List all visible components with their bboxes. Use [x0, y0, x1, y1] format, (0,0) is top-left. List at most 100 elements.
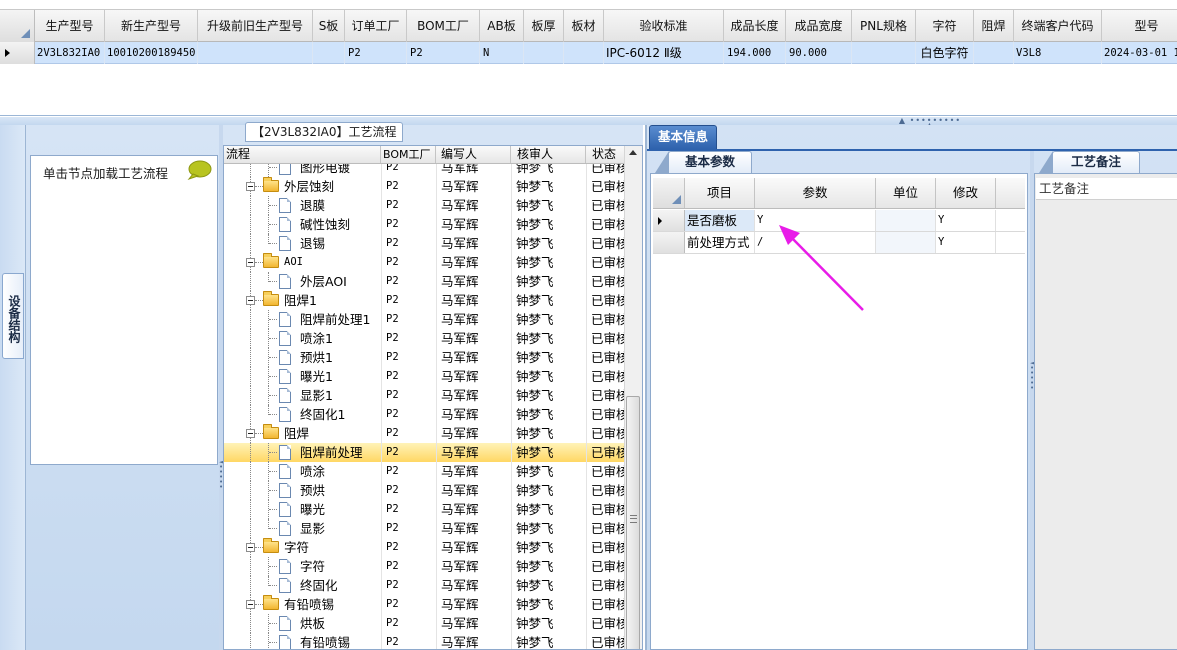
tree-step-row[interactable]: 曝光 P2 马军辉 钟梦飞 已审核	[224, 500, 624, 519]
param-value[interactable]: /	[755, 232, 876, 253]
tree-step-row[interactable]: 预烘 P2 马军辉 钟梦飞 已审核	[224, 481, 624, 500]
tab-basic-info[interactable]: 基本信息	[649, 125, 717, 149]
tree-group-row[interactable]: 阻焊 P2 马军辉 钟梦飞 已审核	[224, 424, 624, 443]
tree-group-row[interactable]: 字符 P2 马军辉 钟梦飞 已审核	[224, 538, 624, 557]
tree-step-row[interactable]: 显影1 P2 马军辉 钟梦飞 已审核	[224, 386, 624, 405]
col-new-scpn[interactable]: 新生产型号	[105, 10, 198, 42]
cell-order-factory[interactable]: P2	[345, 42, 407, 64]
param-item[interactable]: 是否磨板	[685, 210, 755, 231]
row-indicator[interactable]	[653, 232, 685, 253]
tree-step-row[interactable]: 喷涂1 P2 马军辉 钟梦飞 已审核	[224, 329, 624, 348]
col-solder[interactable]: 阻焊	[974, 10, 1014, 42]
tree-step-row[interactable]: 终固化1 P2 马军辉 钟梦飞 已审核	[224, 405, 624, 424]
column-separator	[586, 348, 587, 367]
cell-width[interactable]: 90.000	[786, 42, 852, 64]
tree-step-row[interactable]: 喷涂 P2 马军辉 钟梦飞 已审核	[224, 462, 624, 481]
col-bom-factory[interactable]: BOM工厂	[381, 146, 436, 163]
collapse-icon[interactable]	[246, 296, 255, 305]
cell-length[interactable]: 194.000	[724, 42, 786, 64]
cell-char[interactable]: 白色字符	[916, 42, 974, 64]
tree-step-row[interactable]: 阻焊前处理 P2 马军辉 钟梦飞 已审核	[224, 443, 624, 462]
col-model[interactable]: 型号	[1102, 10, 1177, 42]
cell-s-board[interactable]	[313, 42, 345, 64]
cell-old-scpn[interactable]	[198, 42, 313, 64]
col-scpn[interactable]: 生产型号	[35, 10, 105, 42]
splitter-grip-icon[interactable]: ▲ ••••••••• ▲	[895, 117, 965, 130]
col-item[interactable]: 项目	[685, 178, 755, 208]
collapse-icon[interactable]	[246, 600, 255, 609]
tree-step-row[interactable]: 终固化 P2 马军辉 钟梦飞 已审核	[224, 576, 624, 595]
param-modify[interactable]: Y	[936, 210, 996, 231]
tree-step-row[interactable]: 图形电镀 P2 马军辉 钟梦飞 已审核	[224, 164, 624, 177]
production-grid-row[interactable]: 2V3L832IA0 10010200189450 P2 P2 N IPC-6012 Ⅱ级…	[0, 42, 1177, 64]
cell-material[interactable]	[564, 42, 604, 64]
cell-bom-factory[interactable]: P2	[407, 42, 480, 64]
col-customer[interactable]: 终端客户代码	[1014, 10, 1102, 42]
col-width[interactable]: 成品宽度	[786, 10, 852, 42]
col-reviewer[interactable]: 核审人	[511, 146, 586, 163]
cell-scpn[interactable]: 2V3L832IA0	[35, 42, 105, 64]
node-load-box[interactable]: 单击节点加载工艺流程	[30, 155, 218, 465]
tree-group-row[interactable]: 外层蚀刻 P2 马军辉 钟梦飞 已审核	[224, 177, 624, 196]
collapse-icon[interactable]	[246, 258, 255, 267]
cell-ab-board[interactable]: N	[480, 42, 524, 64]
tree-step-row[interactable]: 阻焊前处理1 P2 马军辉 钟梦飞 已审核	[224, 310, 624, 329]
col-standard[interactable]: 验收标准	[604, 10, 724, 42]
process-flow-scrollbar[interactable]	[624, 146, 642, 649]
col-pnl[interactable]: PNL规格	[852, 10, 916, 42]
tree-step-row[interactable]: 字符 P2 马军辉 钟梦飞 已审核	[224, 557, 624, 576]
tab-equipment-structure[interactable]: 设备结构	[2, 273, 24, 359]
tree-step-row[interactable]: 预烘1 P2 马军辉 钟梦飞 已审核	[224, 348, 624, 367]
collapse-icon[interactable]	[246, 429, 255, 438]
col-flow[interactable]: 流程	[224, 146, 381, 163]
tree-step-row[interactable]: 烘板 P2 马军辉 钟梦飞 已审核	[224, 614, 624, 633]
tree-group-row[interactable]: 阻焊1 P2 马军辉 钟梦飞 已审核	[224, 291, 624, 310]
scroll-up-arrow-icon[interactable]	[629, 150, 637, 155]
cell-pnl[interactable]	[852, 42, 916, 64]
tree-step-row[interactable]: 外层AOI P2 马军辉 钟梦飞 已审核	[224, 272, 624, 291]
tree-group-row[interactable]: 有铅喷锡 P2 马军辉 钟梦飞 已审核	[224, 595, 624, 614]
param-modify[interactable]: Y	[936, 232, 996, 253]
col-unit[interactable]: 单位	[876, 178, 936, 208]
row-indicator[interactable]	[653, 210, 685, 231]
col-bom-factory[interactable]: BOM工厂	[407, 10, 480, 42]
tree-step-row[interactable]: 碱性蚀刻 P2 马军辉 钟梦飞 已审核	[224, 215, 624, 234]
col-length[interactable]: 成品长度	[724, 10, 786, 42]
row-indicator[interactable]	[0, 42, 35, 64]
collapse-icon[interactable]	[246, 182, 255, 191]
tab-basic-params[interactable]: 基本参数	[655, 151, 752, 173]
tree-group-row[interactable]: AOI P2 马军辉 钟梦飞 已审核	[224, 253, 624, 272]
tree-step-row[interactable]: 显影 P2 马军辉 钟梦飞 已审核	[224, 519, 624, 538]
param-unit[interactable]	[876, 210, 936, 231]
col-s-board[interactable]: S板	[313, 10, 345, 42]
col-modify[interactable]: 修改	[936, 178, 996, 208]
horizontal-splitter[interactable]: ▲ ••••••••• ▲	[0, 117, 1177, 130]
col-status[interactable]: 状态	[586, 146, 624, 163]
col-order-factory[interactable]: 订单工厂	[345, 10, 407, 42]
cell-standard[interactable]: IPC-6012 Ⅱ级	[604, 42, 724, 64]
col-material[interactable]: 板材	[564, 10, 604, 42]
col-old-scpn[interactable]: 升级前旧生产型号	[198, 10, 313, 42]
cell-new-scpn[interactable]: 10010200189450	[105, 42, 198, 64]
cell-customer[interactable]: V3L8	[1014, 42, 1102, 64]
tab-process-notes[interactable]: 工艺备注	[1039, 151, 1140, 173]
tree-step-row[interactable]: 有铅喷锡 P2 马军辉 钟梦飞 已审核	[224, 633, 624, 649]
col-param[interactable]: 参数	[755, 178, 876, 208]
col-thickness[interactable]: 板厚	[524, 10, 564, 42]
cell-solder[interactable]	[974, 42, 1014, 64]
tree-step-row[interactable]: 退膜 P2 马军辉 钟梦飞 已审核	[224, 196, 624, 215]
tree-step-row[interactable]: 曝光1 P2 马军辉 钟梦飞 已审核	[224, 367, 624, 386]
param-row[interactable]: 是否磨板 Y Y	[653, 210, 1025, 232]
cell-thickness[interactable]	[524, 42, 564, 64]
param-row[interactable]: 前处理方式 / Y	[653, 232, 1025, 254]
collapse-icon[interactable]	[246, 543, 255, 552]
col-char[interactable]: 字符	[916, 10, 974, 42]
col-ab-board[interactable]: AB板	[480, 10, 524, 42]
param-value[interactable]: Y	[755, 210, 876, 231]
cell-model[interactable]: 2024-03-01 13	[1102, 42, 1177, 64]
col-writer[interactable]: 编写人	[436, 146, 511, 163]
param-unit[interactable]	[876, 232, 936, 253]
scroll-thumb[interactable]	[626, 396, 640, 649]
tree-step-row[interactable]: 退锡 P2 马军辉 钟梦飞 已审核	[224, 234, 624, 253]
param-item[interactable]: 前处理方式	[685, 232, 755, 253]
